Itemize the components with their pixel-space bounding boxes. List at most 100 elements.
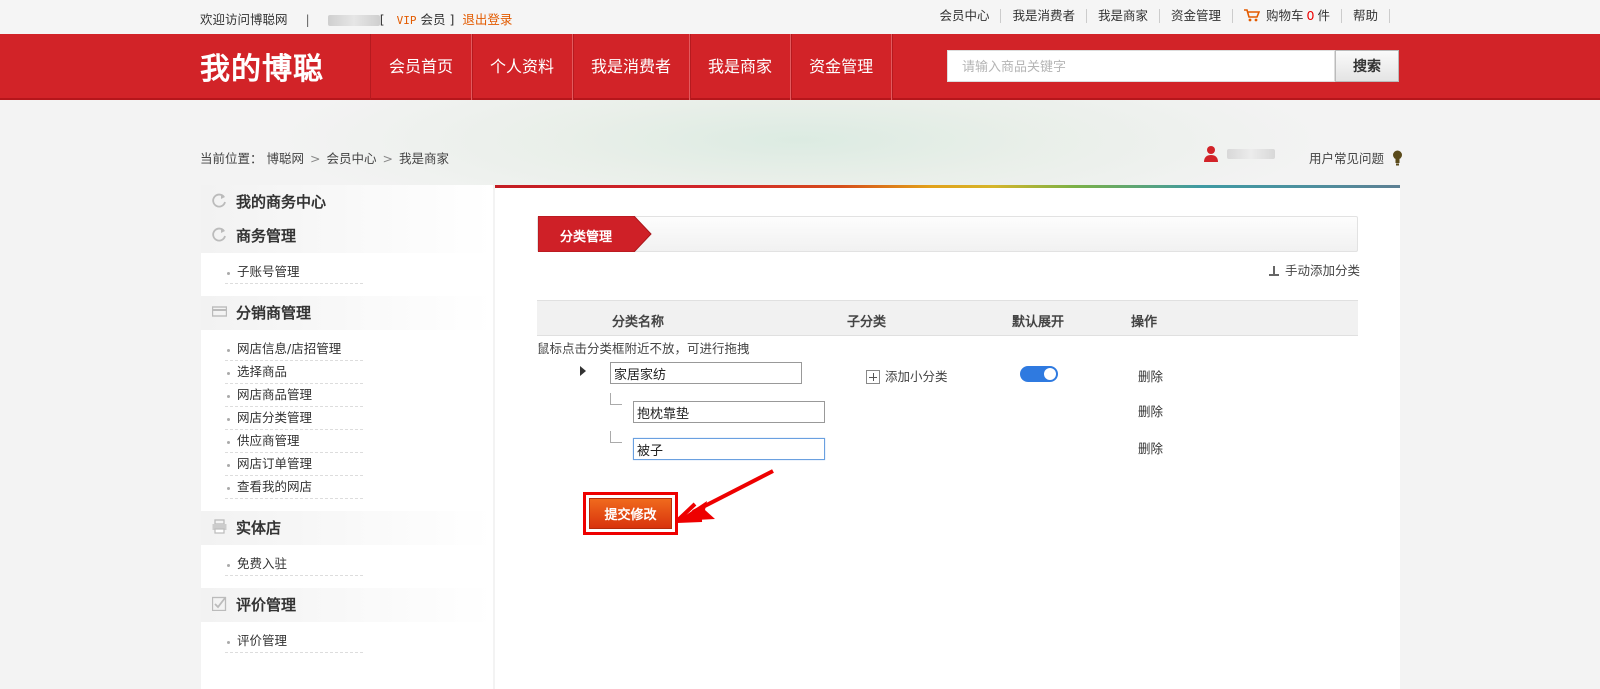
banner-band	[0, 100, 1600, 190]
help-link[interactable]: 帮助	[1342, 9, 1390, 23]
sidebar-item-shop-goods[interactable]: 网店商品管理	[225, 384, 363, 407]
subcategory-name-input[interactable]	[633, 401, 825, 423]
faq-label: 用户常见问题	[1309, 151, 1385, 166]
blurred-user-name	[1227, 149, 1275, 159]
add-category-label: 手动添加分类	[1285, 263, 1361, 278]
column-header-name: 分类名称	[612, 315, 665, 330]
user-icon	[1204, 146, 1218, 162]
tab-label: 分类管理	[560, 230, 613, 245]
sidebar-section-distributor[interactable]: 分销商管理	[201, 296, 493, 330]
rainbow-divider	[495, 185, 1400, 188]
checkbox-icon	[212, 596, 227, 611]
sidebar-item-supplier[interactable]: 供应商管理	[225, 430, 363, 453]
logout-link[interactable]: 退出登录	[462, 12, 512, 27]
sidebar-section-title: 实体店	[236, 519, 282, 537]
delete-subcategory-link[interactable]: 删除	[1138, 438, 1163, 457]
add-category-icon	[1269, 266, 1279, 276]
cart-icon	[1244, 9, 1260, 22]
sidebar-item-view-shop[interactable]: 查看我的网店	[225, 476, 363, 499]
sidebar-section-title: 商务管理	[236, 227, 297, 245]
main-content: 分类管理 手动添加分类 分类名称 子分类 默认展开 操作 鼠标点击分类框附近不放…	[495, 185, 1400, 689]
tab-bar: 分类管理	[537, 216, 1358, 252]
topbar-link-merchant[interactable]: 我是商家	[1087, 9, 1160, 23]
top-bar: 欢迎访问博聪网 | [ VIP 会员 ] 退出登录 会员中心 我是消费者 我是商家…	[0, 0, 1600, 34]
cart-count: 0	[1306, 8, 1315, 23]
nav-member-home[interactable]: 会员首页	[371, 34, 473, 100]
cart-link[interactable]: 购物车 0 件	[1233, 9, 1342, 23]
breadcrumb: 当前位置： 博聪网 > 会员中心 > 我是商家	[200, 148, 449, 167]
sidebar-list-reviews: 评价管理	[201, 622, 493, 665]
tab-category-management[interactable]: 分类管理	[538, 216, 652, 252]
sidebar-item-shop-orders[interactable]: 网店订单管理	[225, 453, 363, 476]
topbar-left: 欢迎访问博聪网 | [ VIP 会员 ] 退出登录	[200, 9, 512, 28]
search-button[interactable]: 搜索	[1335, 50, 1399, 82]
nav-profile[interactable]: 个人资料	[472, 34, 574, 100]
topbar-link-funds[interactable]: 资金管理	[1160, 9, 1233, 23]
refresh-icon	[212, 227, 226, 242]
faq-link[interactable]: 用户常见问题	[1309, 148, 1403, 167]
delete-subcategory-link[interactable]: 删除	[1138, 401, 1163, 420]
column-header-default-expand: 默认展开	[1012, 315, 1065, 330]
vip-badge: VIP	[396, 14, 417, 27]
breadcrumb-arrow: >	[310, 151, 321, 166]
add-subcategory-label: 添加小分类	[885, 369, 948, 384]
breadcrumb-prefix: 当前位置：	[200, 151, 263, 166]
drag-hint: 鼠标点击分类框附近不放，可进行拖拽	[537, 341, 750, 356]
sidebar-list-physical-store: 免费入驻	[201, 545, 493, 588]
breadcrumb-current: 我是商家	[399, 151, 450, 166]
bracket-open: [	[379, 12, 385, 27]
blurred-username	[327, 15, 380, 26]
topbar-link-consumer[interactable]: 我是消费者	[1001, 9, 1087, 23]
add-subcategory-button[interactable]: 添加小分类	[866, 366, 948, 385]
sidebar-section-title: 分销商管理	[236, 304, 312, 322]
subcategory-name-input[interactable]	[633, 438, 825, 460]
nav-consumer[interactable]: 我是消费者	[573, 34, 691, 100]
sidebar-section-title: 评价管理	[236, 596, 297, 614]
expand-caret-icon[interactable]	[580, 366, 586, 376]
sidebar-item-shop-info[interactable]: 网店信息/店招管理	[225, 338, 363, 361]
search-input[interactable]	[947, 50, 1335, 82]
main-nav: 会员首页 个人资料 我是消费者 我是商家 资金管理	[370, 34, 893, 100]
sidebar-section-physical-store[interactable]: 实体店	[201, 511, 493, 545]
sidebar-section-reviews[interactable]: 评价管理	[201, 588, 493, 622]
breadcrumb-home[interactable]: 博聪网	[267, 151, 305, 166]
lightbulb-icon	[1393, 150, 1402, 166]
sidebar-item-review-mgmt[interactable]: 评价管理	[225, 630, 363, 653]
category-name-input[interactable]	[610, 362, 802, 384]
nav-funds[interactable]: 资金管理	[791, 34, 893, 100]
member-label: 会员	[420, 12, 446, 27]
welcome-text: 欢迎访问博聪网	[200, 12, 288, 27]
cart-label: 购物车	[1266, 8, 1304, 23]
column-header-subcategory: 子分类	[847, 315, 887, 330]
pointer-arrow-icon	[675, 469, 774, 523]
sidebar-item-subaccount[interactable]: 子账号管理	[225, 261, 363, 284]
column-header-actions: 操作	[1131, 315, 1158, 330]
topbar-link-member-center[interactable]: 会员中心	[928, 9, 1002, 23]
delete-category-link[interactable]: 删除	[1138, 366, 1163, 385]
table-header: 分类名称 子分类 默认展开 操作	[537, 300, 1358, 336]
main-header: 我的博聪 会员首页 个人资料 我是消费者 我是商家 资金管理 搜索	[0, 34, 1600, 100]
add-category-link[interactable]: 手动添加分类	[1269, 260, 1360, 279]
tree-connector	[610, 431, 622, 443]
default-expand-toggle[interactable]	[1020, 366, 1058, 382]
breadcrumb-member-center[interactable]: 会员中心	[327, 151, 377, 166]
plus-icon	[866, 370, 880, 384]
sidebar-section-business-center[interactable]: 我的商务中心	[201, 185, 493, 219]
sidebar-item-select-goods[interactable]: 选择商品	[225, 361, 363, 384]
submit-changes-button[interactable]: 提交修改	[589, 498, 672, 529]
sidebar-item-shop-category[interactable]: 网店分类管理	[225, 407, 363, 430]
nav-merchant[interactable]: 我是商家	[690, 34, 792, 100]
site-logo[interactable]: 我的博聪	[200, 44, 324, 88]
sidebar-section-business-mgmt[interactable]: 商务管理	[201, 219, 493, 253]
topbar-links: 会员中心 我是消费者 我是商家 资金管理 购物车 0 件 帮助	[928, 9, 1390, 23]
bracket-close: ]	[449, 12, 455, 27]
printer-icon	[212, 519, 227, 534]
sidebar-list-business-mgmt: 子账号管理	[201, 253, 493, 296]
cart-unit: 件	[1317, 8, 1330, 23]
sidebar-list-distributor: 网店信息/店招管理 选择商品 网店商品管理 网店分类管理 供应商管理 网店订单管…	[201, 330, 493, 511]
sidebar: 我的商务中心 商务管理 子账号管理 分销商管理 网店信息/店招管理 选择商品 网…	[201, 185, 493, 689]
breadcrumb-arrow: >	[382, 151, 393, 166]
card-icon	[212, 306, 227, 317]
separator: |	[305, 12, 310, 27]
sidebar-item-free-join[interactable]: 免费入驻	[225, 553, 363, 576]
